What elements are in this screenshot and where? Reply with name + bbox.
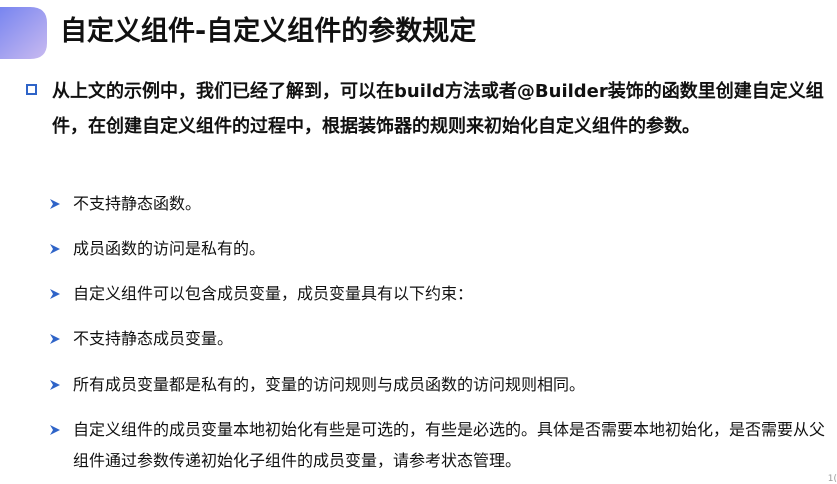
list-item-text: 成员函数的访问是私有的。	[73, 239, 266, 258]
list-item: 自定义组件可以包含成员变量，成员变量具有以下约束：	[48, 281, 834, 306]
list-item-text: 不支持静态函数。	[73, 194, 202, 213]
arrow-bullet-icon	[50, 244, 60, 254]
main-point: 从上文的示例中，我们已经了解到，可以在build方法或者@Builder装饰的函…	[26, 74, 834, 144]
arrow-bullet-icon	[50, 199, 60, 209]
main-point-text: 从上文的示例中，我们已经了解到，可以在build方法或者@Builder装饰的函…	[52, 81, 824, 137]
list-item: 不支持静态函数。	[48, 191, 834, 216]
page-number: 1(	[827, 474, 837, 484]
gradient-diamond-icon	[0, 7, 47, 59]
list-item: 不支持静态成员变量。	[48, 326, 834, 351]
list-item: 成员函数的访问是私有的。	[48, 236, 834, 261]
slide: 自定义组件-自定义组件的参数规定 从上文的示例中，我们已经了解到，可以在buil…	[0, 0, 837, 484]
arrow-bullet-icon	[50, 289, 60, 299]
list-item-text: 所有成员变量都是私有的，变量的访问规则与成员函数的访问规则相同。	[73, 375, 586, 394]
list-item: 自定义组件的成员变量本地初始化有些是可选的，有些是必选的。具体是否需要本地初始化…	[48, 414, 834, 476]
arrow-bullet-icon	[50, 380, 60, 390]
list-item-text: 不支持静态成员变量。	[73, 329, 234, 348]
list-item-text: 自定义组件的成员变量本地初始化有些是可选的，有些是必选的。具体是否需要本地初始化…	[73, 420, 826, 470]
list-item-text: 自定义组件可以包含成员变量，成员变量具有以下约束：	[73, 284, 474, 303]
slide-title: 自定义组件-自定义组件的参数规定	[60, 16, 477, 47]
square-bullet-icon	[26, 84, 37, 95]
sub-bullet-list: 不支持静态函数。 成员函数的访问是私有的。 自定义组件可以包含成员变量，成员变量…	[48, 191, 834, 476]
list-item: 所有成员变量都是私有的，变量的访问规则与成员函数的访问规则相同。	[48, 372, 834, 397]
arrow-bullet-icon	[50, 334, 60, 344]
arrow-bullet-icon	[50, 425, 60, 435]
